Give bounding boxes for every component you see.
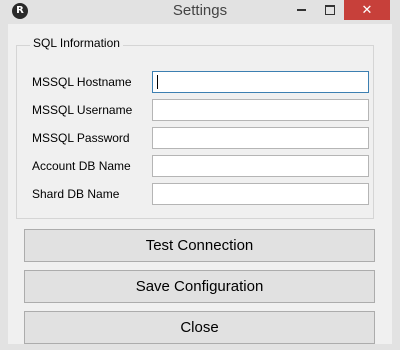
window-left-border <box>0 24 8 350</box>
text-caret <box>157 75 158 89</box>
account-db-name-label: Account DB Name <box>32 159 131 173</box>
shard-db-name-label: Shard DB Name <box>32 187 120 201</box>
username-input[interactable] <box>152 99 369 121</box>
test-connection-button[interactable]: Test Connection <box>24 229 375 262</box>
group-legend: SQL Information <box>30 36 123 50</box>
window-close-button[interactable]: ✕ <box>344 0 390 20</box>
title-bar[interactable]: R Settings ✕ <box>0 0 400 24</box>
hostname-input[interactable] <box>152 71 369 93</box>
password-input[interactable] <box>152 127 369 149</box>
password-label: MSSQL Password <box>32 131 130 145</box>
app-logo-icon: R <box>12 3 28 19</box>
minimize-icon <box>297 9 306 11</box>
save-configuration-button[interactable]: Save Configuration <box>24 270 375 303</box>
close-icon: ✕ <box>361 2 373 17</box>
close-button[interactable]: Close <box>24 311 375 344</box>
account-db-name-input[interactable] <box>152 155 369 177</box>
maximize-icon <box>325 5 335 15</box>
settings-window: R Settings ✕ SQL Information MSSQL Hostn… <box>0 0 400 350</box>
maximize-button[interactable] <box>316 0 344 20</box>
hostname-label: MSSQL Hostname <box>32 75 132 89</box>
shard-db-name-input[interactable] <box>152 183 369 205</box>
minimize-button[interactable] <box>288 0 316 20</box>
username-label: MSSQL Username <box>32 103 133 117</box>
